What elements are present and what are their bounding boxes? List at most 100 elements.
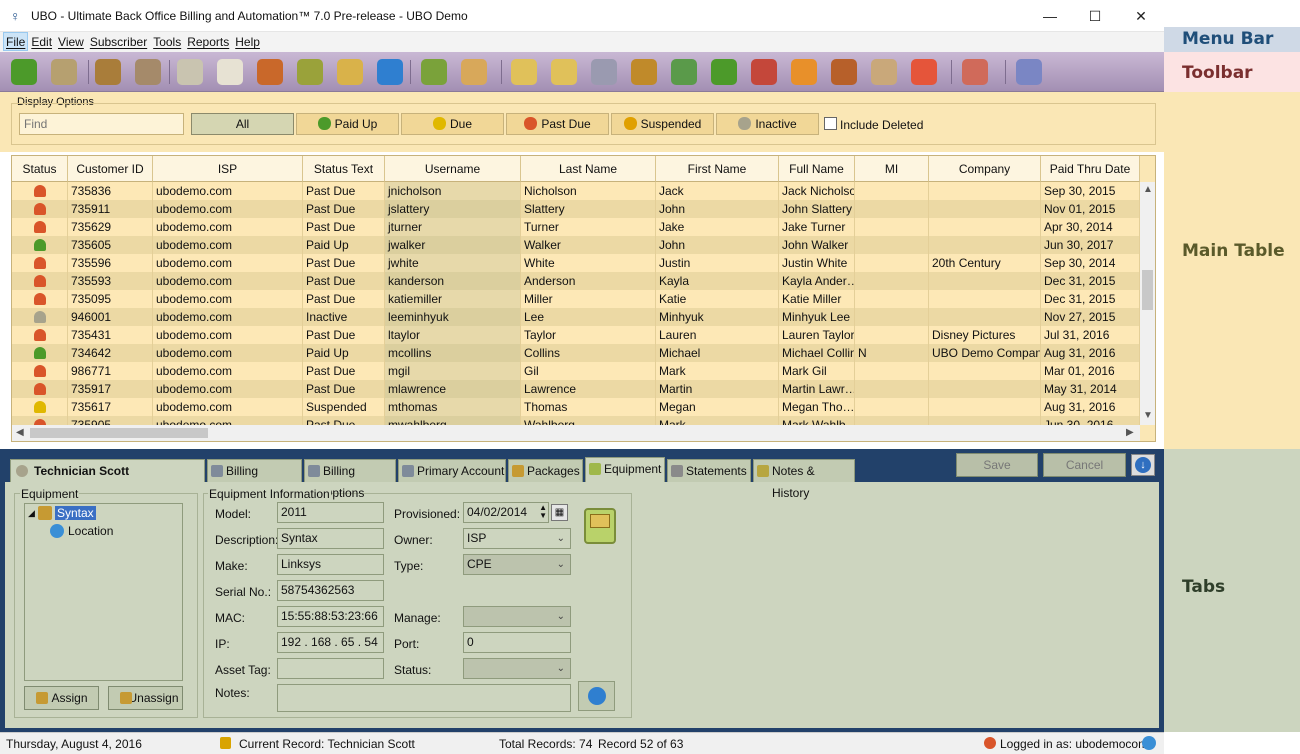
owner-select[interactable]: ISP ⌄	[463, 528, 571, 549]
email-icon[interactable]	[461, 59, 487, 85]
table-row[interactable]: 734642 ubodemo.com Paid Up mcollins Collins M…	[12, 344, 1140, 362]
table-row[interactable]: 735431 ubodemo.com Past Due ltaylor Taylor La…	[12, 326, 1140, 344]
settings-icon[interactable]	[51, 59, 77, 85]
disconnect-user-icon[interactable]	[962, 59, 988, 85]
equipment-tree[interactable]: ◢ Syntax Location	[24, 503, 183, 681]
horizontal-scroll-thumb[interactable]	[30, 428, 208, 438]
import-docs-icon[interactable]	[631, 59, 657, 85]
filter-inactive-button[interactable]: Inactive	[716, 113, 819, 135]
menu-view[interactable]: View	[55, 32, 87, 49]
menu-tools[interactable]: Tools	[150, 32, 184, 49]
table-row[interactable]: 735836 ubodemo.com Past Due jnicholson Nicho…	[12, 182, 1140, 200]
serial-field[interactable]: 58754362563	[277, 580, 384, 601]
pencil-icon[interactable]	[337, 59, 363, 85]
tab-notes-history[interactable]: Notes & History	[753, 459, 855, 500]
column-header-mi[interactable]: MI	[855, 156, 929, 182]
filter-suspended-button[interactable]: Suspended	[611, 113, 714, 135]
vertical-scrollbar[interactable]: ▲ ▼	[1140, 182, 1155, 425]
table-row[interactable]: 735911 ubodemo.com Past Due jslattery Slatte…	[12, 200, 1140, 218]
help-icon[interactable]	[1016, 59, 1042, 85]
tree-item-location[interactable]: Location	[68, 524, 113, 538]
scroll-up-icon[interactable]: ▲	[1143, 184, 1153, 195]
type-select[interactable]: CPE ⌄	[463, 554, 571, 575]
globe-icon[interactable]	[377, 59, 403, 85]
tab-equipment[interactable]: Equipment	[585, 457, 665, 482]
menu-edit[interactable]: Edit	[28, 32, 55, 49]
tab-packages[interactable]: Packages	[508, 459, 583, 482]
report-icon[interactable]	[871, 59, 897, 85]
filter-paid-up-button[interactable]: Paid Up	[296, 113, 399, 135]
description-field[interactable]: Syntax	[277, 528, 384, 549]
document-icon[interactable]	[217, 59, 243, 85]
column-header-isp[interactable]: ISP	[153, 156, 303, 182]
notes-field[interactable]	[277, 684, 571, 712]
tree-item-syntax[interactable]: Syntax	[55, 506, 96, 520]
asset-tag-field[interactable]	[277, 658, 384, 679]
lifebuoy-icon[interactable]	[911, 59, 937, 85]
table-row[interactable]: 735917 ubodemo.com Past Due mlawrence Lawren…	[12, 380, 1140, 398]
table-row[interactable]: 735617 ubodemo.com Suspended mthomas Thomas M…	[12, 398, 1140, 416]
table-row[interactable]: 735596 ubodemo.com Past Due jwhite White Just…	[12, 254, 1140, 272]
maximize-button[interactable]: ☐	[1080, 4, 1110, 28]
column-header-stext[interactable]: Status Text	[303, 156, 385, 182]
filter-past-due-button[interactable]: Past Due	[506, 113, 609, 135]
cancel-button[interactable]: Cancel	[1043, 453, 1126, 477]
invoice-add-icon[interactable]	[511, 59, 537, 85]
table-row[interactable]: 735605 ubodemo.com Paid Up jwalker Walker Joh…	[12, 236, 1140, 254]
model-field[interactable]: 2011	[277, 502, 384, 523]
box-icon[interactable]	[421, 59, 447, 85]
unassign-button[interactable]: Unassign	[108, 686, 183, 710]
tab-statements[interactable]: Statements	[667, 459, 751, 482]
mac-field[interactable]: 15:55:88:53:23:66	[277, 606, 384, 627]
column-header-paid[interactable]: Paid Thru Date	[1041, 156, 1140, 182]
close-button[interactable]: ✕	[1126, 4, 1156, 28]
port-field[interactable]: 0	[463, 632, 571, 653]
status-select[interactable]: ⌄	[463, 658, 571, 679]
menu-subscriber[interactable]: Subscriber	[87, 32, 150, 49]
table-row[interactable]: 735629 ubodemo.com Past Due jturner Turner Ja…	[12, 218, 1140, 236]
date-spinner-icon[interactable]: ▲ ▼	[539, 504, 547, 520]
scroll-right-icon[interactable]: ▶	[1126, 427, 1134, 438]
table-row[interactable]: 735593 ubodemo.com Past Due kanderson Anders…	[12, 272, 1140, 290]
include-deleted-checkbox[interactable]	[824, 117, 837, 130]
column-header-first[interactable]: First Name	[656, 156, 779, 182]
attach-icon[interactable]	[591, 59, 617, 85]
scroll-left-icon[interactable]: ◀	[16, 427, 24, 438]
table-row[interactable]: 946001 ubodemo.com Inactive leeminhyuk Lee Mi…	[12, 308, 1140, 326]
assign-button[interactable]: Assign	[24, 686, 99, 710]
tree-expand-icon[interactable]: ◢	[28, 508, 35, 519]
manage-select[interactable]: ⌄	[463, 606, 571, 627]
table-row[interactable]: 735095 ubodemo.com Past Due katiemiller Mill…	[12, 290, 1140, 308]
column-header-last[interactable]: Last Name	[521, 156, 656, 182]
tag-icon[interactable]	[831, 59, 857, 85]
tools-icon[interactable]	[297, 59, 323, 85]
column-header-status[interactable]: Status	[12, 156, 68, 182]
column-header-full[interactable]: Full Name	[779, 156, 855, 182]
user-support-icon[interactable]	[711, 59, 737, 85]
vertical-scroll-thumb[interactable]	[1142, 270, 1153, 310]
ip-field[interactable]: 192 . 168 . 65 . 54	[277, 632, 384, 653]
clock-icon[interactable]	[177, 59, 203, 85]
make-field[interactable]: Linksys	[277, 554, 384, 575]
find-input[interactable]	[19, 113, 184, 135]
collapse-button[interactable]: ↓	[1131, 454, 1155, 476]
horizontal-scrollbar[interactable]: ◀ ▶	[12, 425, 1140, 441]
tab-billing-contact[interactable]: Billing Contact	[207, 459, 302, 500]
scroll-down-icon[interactable]: ▼	[1143, 410, 1153, 421]
transfer-icon[interactable]	[257, 59, 283, 85]
save-button[interactable]: Save	[956, 453, 1038, 477]
spam-icon[interactable]	[791, 59, 817, 85]
web-lookup-button[interactable]	[578, 681, 615, 711]
menu-help[interactable]: Help	[232, 32, 263, 49]
package-icon[interactable]	[751, 59, 777, 85]
menu-file[interactable]: File	[3, 32, 29, 51]
column-header-company[interactable]: Company	[929, 156, 1041, 182]
tab-primary-account[interactable]: Primary Account	[398, 459, 506, 482]
add-subscriber-icon[interactable]	[11, 59, 37, 85]
calendar-button[interactable]: ▦	[551, 504, 568, 521]
chart-icon[interactable]	[671, 59, 697, 85]
filter-all-button[interactable]: All	[191, 113, 294, 135]
table-row[interactable]: 986771 ubodemo.com Past Due mgil Gil Mark Mark…	[12, 362, 1140, 380]
column-header-id[interactable]: Customer ID	[68, 156, 153, 182]
tab-billing-options[interactable]: Billing Options	[304, 459, 396, 500]
